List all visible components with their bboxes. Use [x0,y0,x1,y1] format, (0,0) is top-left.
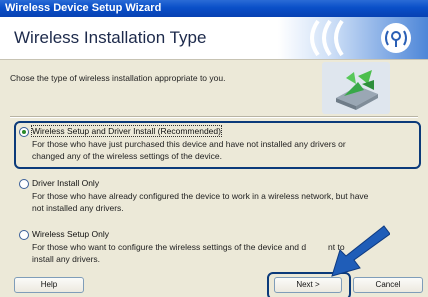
option-label[interactable]: Wireless Setup Only [32,229,109,239]
divider [10,116,418,118]
wizard-window: Wireless Device Setup Wizard Wireless In… [0,0,428,297]
signal-waves-icon [278,17,428,59]
title-bar[interactable]: Wireless Device Setup Wizard [0,0,428,17]
instruction-text: Chose the type of wireless installation … [10,73,226,83]
radio-driver-install-only[interactable] [19,179,29,189]
pointer-arrow-icon [331,225,390,277]
option-desc-line: For those who have just purchased this d… [32,139,346,149]
option-desc-part: For those who want to configure the wire… [32,242,307,252]
wizard-header: Wireless Installation Type [0,17,428,60]
option-desc-line: For those who have already configured th… [32,191,369,201]
option-desc-line: not installed any drivers. [32,203,124,213]
option-description: For those who have just purchased this d… [32,138,422,162]
radio-wireless-setup-only[interactable] [19,230,29,240]
option-desc-line: changed any of the wireless settings of … [32,151,222,161]
page-title: Wireless Installation Type [14,28,207,47]
wireless-device-art [322,62,390,114]
option-label[interactable]: Driver Install Only [32,178,99,188]
help-button[interactable]: Help [14,277,84,293]
window-title: Wireless Device Setup Wizard [5,2,162,14]
option-description: For those who have already configured th… [32,190,422,214]
radio-wireless-setup-and-driver[interactable] [19,127,29,137]
option-label[interactable]: Wireless Setup and Driver Install (Recom… [31,125,222,137]
